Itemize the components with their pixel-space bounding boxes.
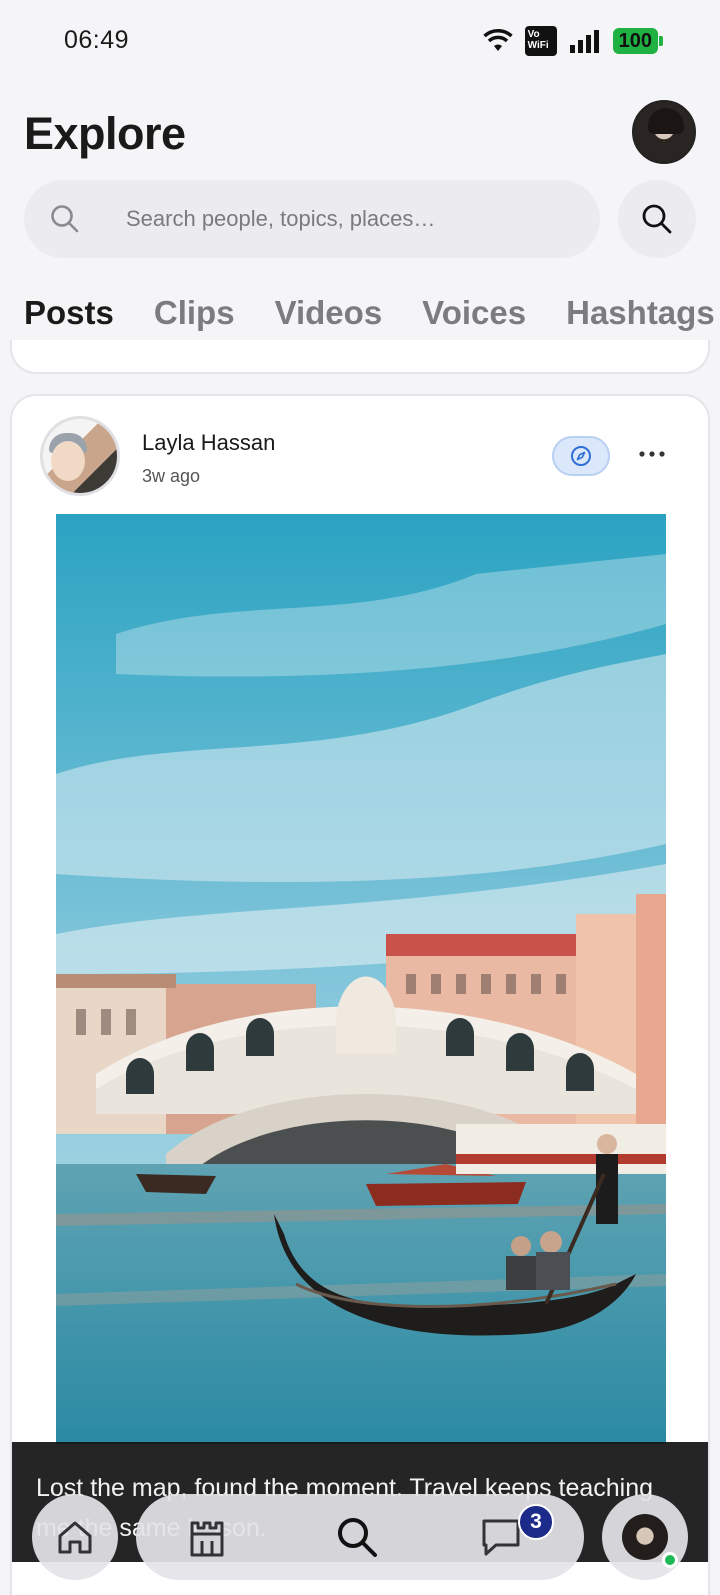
search-input[interactable] (102, 180, 582, 258)
nav-search-button[interactable] (314, 1494, 400, 1580)
vowifi-icon: Vo WiFi (524, 26, 557, 56)
post-author-avatar[interactable] (40, 416, 120, 496)
castle-icon (190, 1521, 224, 1557)
chat-icon (482, 1519, 520, 1556)
post-timestamp: 3w ago (142, 466, 201, 486)
online-status-dot (662, 1552, 678, 1568)
post-author-name[interactable]: Layla Hassan (142, 430, 275, 456)
status-time: 06:49 (64, 26, 130, 54)
user-avatar[interactable] (632, 100, 696, 164)
search-icon (338, 1518, 377, 1557)
status-icons: Vo WiFi 100 (482, 26, 664, 56)
search-icon (51, 205, 79, 233)
search-box[interactable] (24, 180, 600, 258)
compass-icon (571, 446, 591, 466)
nav-profile-button[interactable] (602, 1494, 688, 1580)
status-bar: 06:49 Vo WiFi 100 (0, 0, 720, 84)
page-title: Explore (24, 108, 186, 159)
tab-videos[interactable]: Videos (275, 294, 383, 332)
previous-post-card (10, 340, 710, 374)
tab-posts[interactable]: Posts (24, 294, 114, 332)
nav-home-button[interactable] (32, 1494, 118, 1580)
messages-badge: 3 (518, 1504, 554, 1540)
tab-voices[interactable]: Voices (422, 294, 526, 332)
tab-hashtags[interactable]: Hashtags (566, 294, 715, 332)
tab-clips[interactable]: Clips (154, 294, 235, 332)
wifi-icon (482, 29, 513, 51)
explore-badge[interactable] (552, 436, 610, 476)
post-image[interactable] (56, 514, 666, 1444)
signal-icon (569, 30, 599, 53)
search-button[interactable] (618, 180, 696, 258)
battery-icon: 100 (612, 28, 664, 54)
nav-communities-button[interactable] (164, 1494, 250, 1580)
post-card: Layla Hassan 3w ago Lost the map, found … (10, 394, 710, 1595)
tab-bar: Posts Clips Videos Voices Hashtags (24, 294, 715, 332)
nav-pill (136, 1494, 584, 1580)
more-icon (639, 451, 665, 457)
profile-avatar (622, 1514, 668, 1560)
more-options-button[interactable] (630, 434, 674, 474)
home-icon (58, 1521, 92, 1554)
search-icon (642, 204, 672, 234)
